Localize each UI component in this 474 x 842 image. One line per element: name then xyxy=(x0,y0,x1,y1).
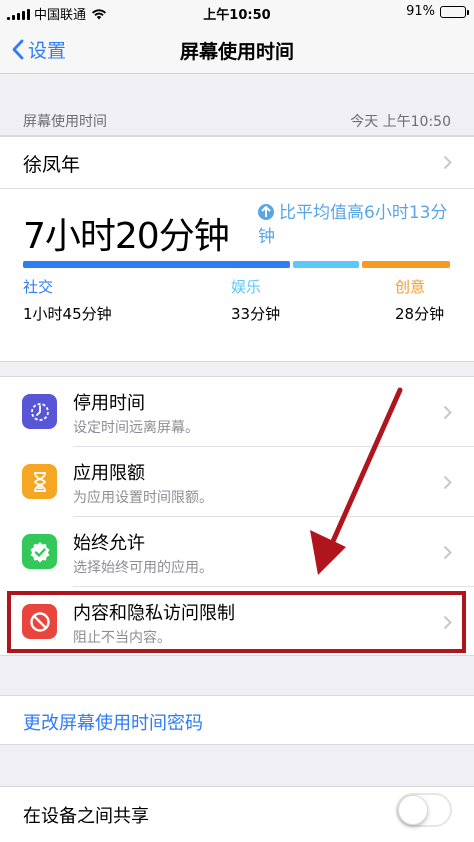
usage-summary-card: 徐凤年 7小时20分钟 比平均值高6小时13分钟 社交 1小时45分钟 娱乐 3… xyxy=(0,136,474,362)
navigation-bar: 设置 屏幕使用时间 xyxy=(0,24,474,74)
battery-percent: 91% xyxy=(406,4,435,19)
chevron-right-icon xyxy=(443,405,452,420)
usage-bar-social xyxy=(23,261,290,268)
status-time: 上午10:50 xyxy=(203,8,271,23)
change-passcode-label: 更改屏幕使用时间密码 xyxy=(23,713,203,734)
share-label: 在设备之间共享 xyxy=(23,806,149,827)
hourglass-icon xyxy=(22,464,57,499)
share-across-devices-row: 在设备之间共享 xyxy=(0,786,474,842)
share-toggle[interactable] xyxy=(396,793,452,827)
user-row[interactable]: 徐凤年 xyxy=(0,137,474,189)
row-subtitle: 选择始终可用的应用。 xyxy=(73,560,213,576)
downtime-row[interactable]: 停用时间 设定时间远离屏幕。 xyxy=(0,377,474,447)
category-social: 社交 1小时45分钟 xyxy=(23,276,112,324)
total-usage: 7小时20分钟 xyxy=(23,216,230,257)
toggle-knob xyxy=(398,795,428,825)
row-title: 始终允许 xyxy=(73,533,145,554)
app-limits-row[interactable]: 应用限额 为应用设置时间限额。 xyxy=(0,447,474,517)
row-subtitle: 设定时间远离屏幕。 xyxy=(73,420,199,436)
usage-bar-creativity xyxy=(362,261,450,268)
user-name: 徐凤年 xyxy=(23,154,81,176)
row-title: 应用限额 xyxy=(73,463,145,484)
usage-bar-entertainment xyxy=(293,261,359,268)
category-label: 社交 xyxy=(23,278,54,296)
chevron-right-icon xyxy=(443,545,452,560)
comparison-label: 比平均值高6小时13分钟 xyxy=(258,203,448,247)
row-title: 停用时间 xyxy=(73,393,145,414)
always-allowed-row[interactable]: 始终允许 选择始终可用的应用。 xyxy=(0,517,474,587)
highlight-annotation xyxy=(7,591,466,653)
category-value: 1小时45分钟 xyxy=(23,305,112,323)
category-label: 创意 xyxy=(395,278,426,296)
chevron-right-icon xyxy=(443,475,452,490)
category-label: 娱乐 xyxy=(231,278,262,296)
moon-clock-icon xyxy=(22,394,57,429)
row-subtitle: 为应用设置时间限额。 xyxy=(73,490,213,506)
chevron-right-icon xyxy=(443,155,452,170)
page-title: 屏幕使用时间 xyxy=(179,41,294,63)
category-value: 33分钟 xyxy=(231,305,281,323)
comparison-text: 比平均值高6小时13分钟 xyxy=(258,201,458,249)
category-value: 28分钟 xyxy=(395,305,445,323)
section-label: 屏幕使用时间 xyxy=(23,114,107,130)
category-entertainment: 娱乐 33分钟 xyxy=(231,276,280,324)
category-creativity: 创意 28分钟 xyxy=(395,276,444,324)
battery-icon xyxy=(440,5,469,18)
updated-timestamp: 今天 上午10:50 xyxy=(350,114,451,130)
status-bar: 中国联通 上午10:50 91% xyxy=(0,0,474,24)
change-passcode-button[interactable]: 更改屏幕使用时间密码 xyxy=(0,695,474,745)
arrow-up-icon xyxy=(258,204,274,220)
checkmark-badge-icon xyxy=(22,534,57,569)
section-header: 屏幕使用时间 今天 上午10:50 xyxy=(0,104,474,136)
